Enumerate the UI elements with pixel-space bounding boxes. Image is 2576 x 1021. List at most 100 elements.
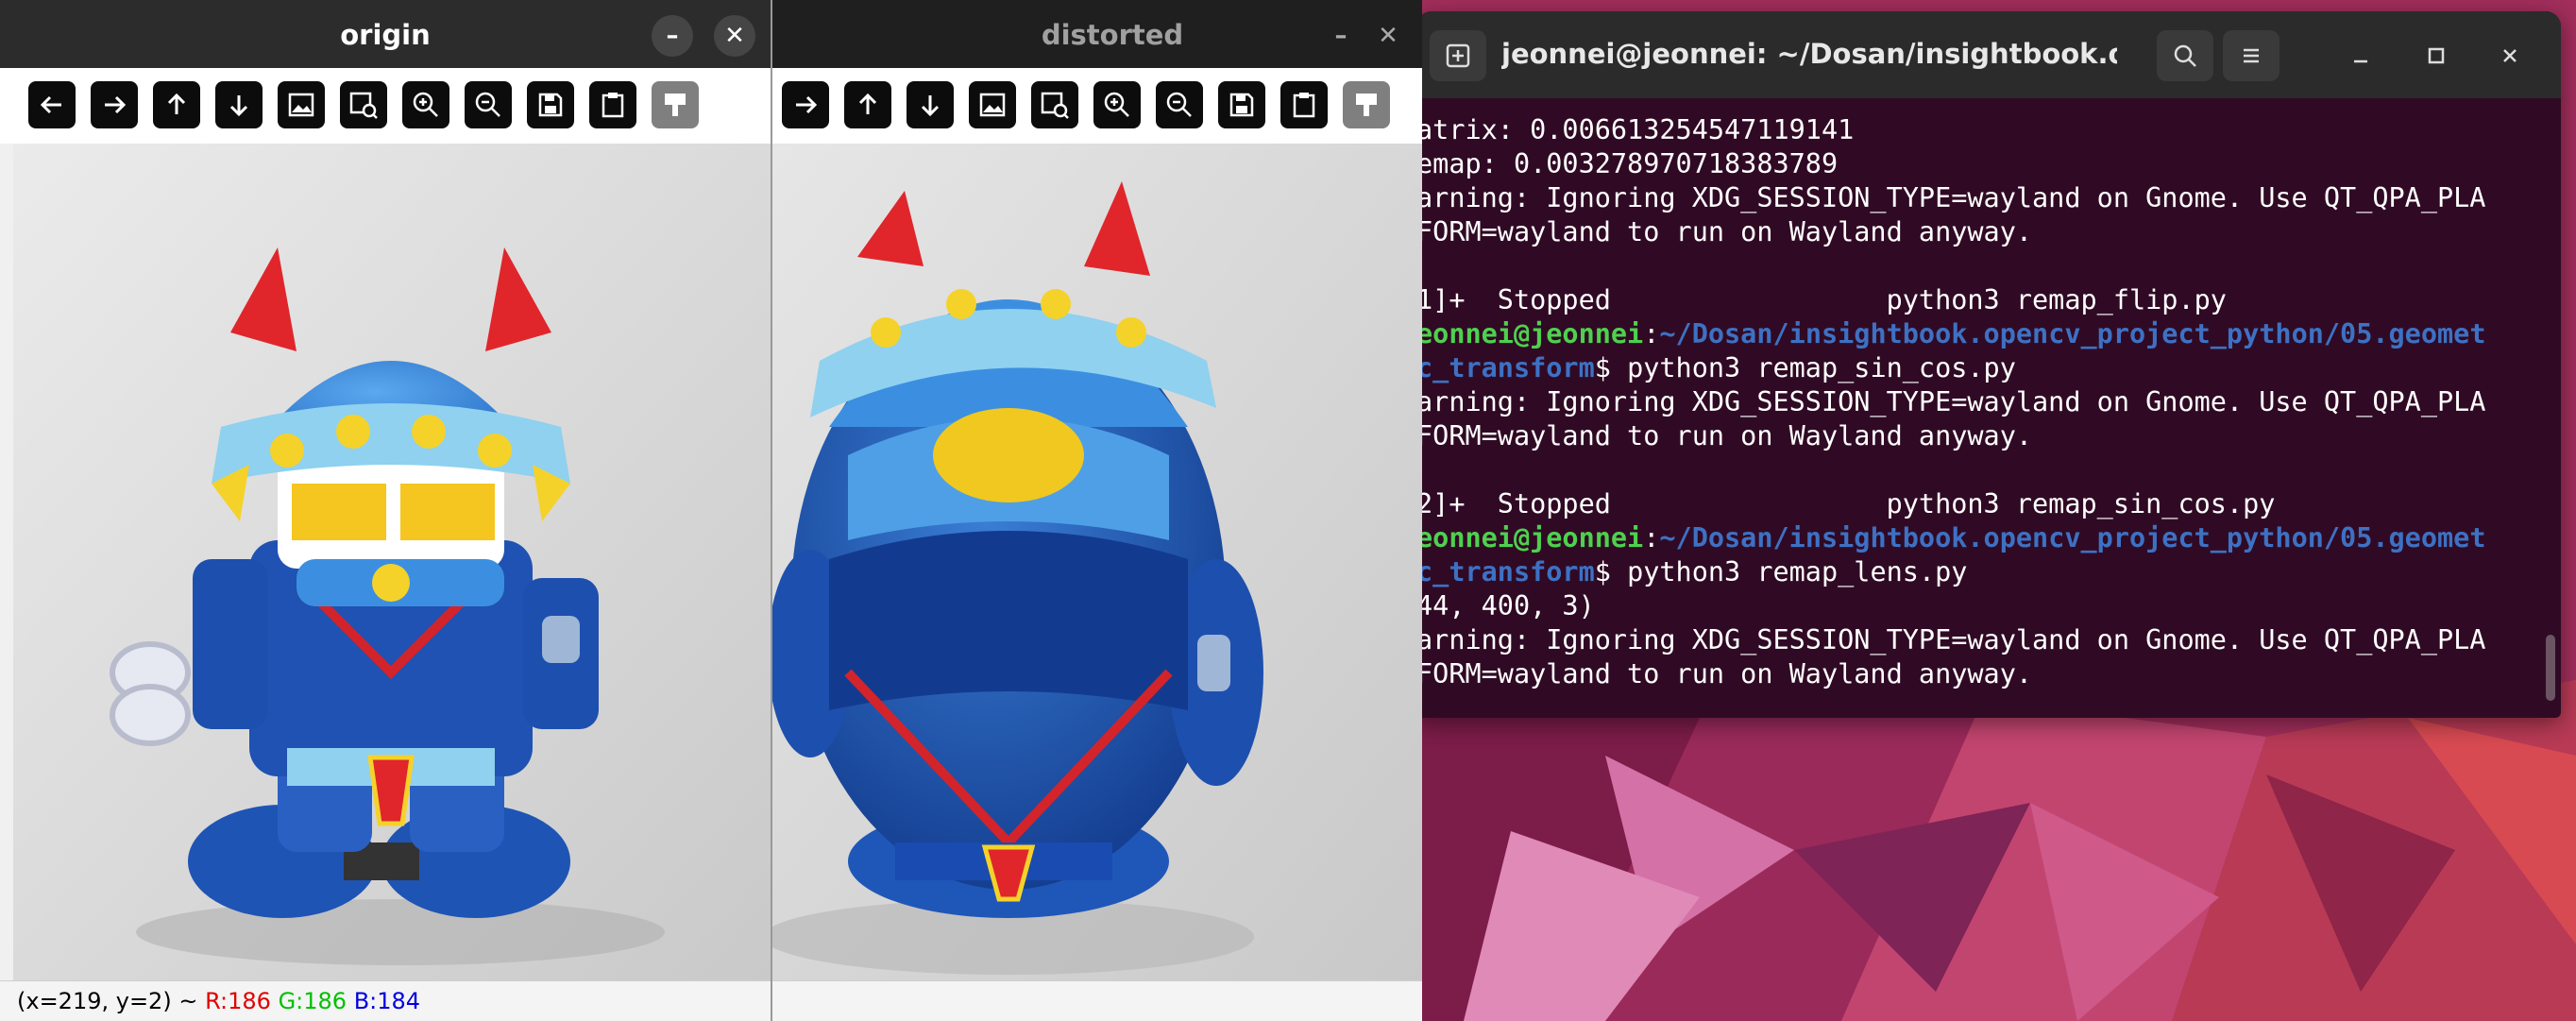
prompt-path: c_transform: [1416, 352, 1595, 383]
maximize-button[interactable]: [2408, 30, 2465, 81]
prompt-user: eonnei@jeonnei: [1416, 318, 1644, 349]
terminal-line: 2]+ Stopped python3 remap_sin_cos.py: [1416, 488, 2276, 519]
properties-icon: [1356, 94, 1377, 116]
arrow-up-button[interactable]: [153, 81, 200, 128]
image-button[interactable]: [969, 81, 1016, 128]
terminal-titlebar[interactable]: jeonnei@jeonnei: ~/Dosan/insightbook.ope…: [1416, 11, 2561, 98]
origin-statusbar: (x=219, y=2) ~ R:186 G:186 B:184: [0, 980, 771, 1021]
close-icon: [2503, 49, 2517, 62]
image-icon: [288, 93, 314, 117]
arrow-up-icon: [858, 93, 877, 114]
close-button[interactable]: [2482, 30, 2538, 81]
distorted-close-button[interactable]: ✕: [1367, 15, 1409, 57]
origin-window[interactable]: origin – ✕ (x=219, y=2) ~ R:186 G:186 B:…: [0, 0, 772, 1021]
distorted-window[interactable]: distorted – ✕: [755, 0, 1422, 1021]
arrow-left-button[interactable]: [28, 81, 76, 128]
cursor-coords: (x=219, y=2) ~: [17, 988, 198, 1014]
prompt-path: c_transform: [1416, 556, 1595, 587]
save-icon: [1229, 93, 1254, 117]
terminal-line: eonnei@jeonnei:~/Dosan/insightbook.openc…: [1416, 522, 2486, 553]
properties-button[interactable]: [652, 81, 699, 128]
clipboard-icon: [602, 93, 624, 118]
terminal-output[interactable]: atrix: 0.006613254547119141 emap: 0.00327…: [1416, 98, 2542, 718]
close-icon: ✕: [1378, 22, 1398, 50]
origin-minimize-button[interactable]: –: [652, 15, 693, 57]
arrow-right-button[interactable]: [91, 81, 138, 128]
zoom-out-button[interactable]: [1156, 81, 1203, 128]
close-icon: ✕: [724, 22, 745, 50]
image-search-icon: [1041, 92, 1069, 119]
terminal-line: 44, 400, 3): [1416, 590, 1595, 621]
clipboard-button[interactable]: [589, 81, 636, 128]
arrow-up-button[interactable]: [844, 81, 891, 128]
image-search-icon: [349, 92, 378, 119]
terminal-scrollbar[interactable]: [2546, 635, 2555, 701]
zoom-out-icon: [475, 92, 500, 117]
origin-robot-image: [13, 144, 771, 980]
terminal-line: emap: 0.003278970718383789: [1416, 148, 1839, 179]
command-text: $ python3 remap_sin_cos.py: [1594, 352, 2016, 383]
image-search-button[interactable]: [1031, 81, 1078, 128]
origin-toolbar: [0, 68, 771, 144]
arrow-up-icon: [167, 93, 186, 114]
zoom-in-icon: [413, 92, 438, 117]
clipboard-button[interactable]: [1280, 81, 1328, 128]
terminal-line: c_transform$ python3 remap_sin_cos.py: [1416, 351, 2542, 385]
save-icon: [538, 93, 563, 117]
terminal-line: FORM=wayland to run on Wayland anyway.: [1416, 216, 2033, 247]
terminal-line: arning: Ignoring XDG_SESSION_TYPE=waylan…: [1416, 386, 2486, 417]
arrow-down-button[interactable]: [215, 81, 263, 128]
save-button[interactable]: [527, 81, 574, 128]
zoom-out-button[interactable]: [465, 81, 512, 128]
zoom-in-button[interactable]: [402, 81, 449, 128]
maximize-icon: [2428, 47, 2445, 64]
pixel-green-value: G:186: [278, 988, 347, 1014]
arrow-down-icon: [921, 95, 940, 117]
distorted-robot-image: [772, 144, 1422, 980]
zoom-in-button[interactable]: [1093, 81, 1141, 128]
command-text: $ python3 remap_lens.py: [1594, 556, 1968, 587]
new-tab-button[interactable]: [1430, 30, 1486, 81]
arrow-down-button[interactable]: [907, 81, 954, 128]
distorted-image[interactable]: [772, 144, 1422, 980]
arrow-right-icon: [105, 95, 127, 114]
terminal-line: arning: Ignoring XDG_SESSION_TYPE=waylan…: [1416, 624, 2486, 655]
image-icon: [979, 93, 1006, 117]
image-button[interactable]: [278, 81, 325, 128]
terminal-line: FORM=wayland to run on Wayland anyway.: [1416, 420, 2033, 451]
prompt-path: ~/Dosan/insightbook.opencv_project_pytho…: [1659, 318, 2486, 349]
pixel-red-value: R:186: [205, 988, 271, 1014]
search-button[interactable]: [2157, 30, 2213, 81]
minimize-icon: –: [1334, 22, 1347, 50]
hamburger-menu-icon: [2244, 48, 2259, 63]
image-search-button[interactable]: [340, 81, 387, 128]
origin-image[interactable]: [13, 144, 771, 980]
save-button[interactable]: [1218, 81, 1265, 128]
pixel-blue-value: B:184: [353, 988, 421, 1014]
properties-icon: [665, 94, 686, 116]
properties-button[interactable]: [1343, 81, 1390, 128]
distorted-titlebar[interactable]: distorted – ✕: [755, 0, 1422, 68]
prompt-path: ~/Dosan/insightbook.opencv_project_pytho…: [1659, 522, 2486, 553]
menu-button[interactable]: [2223, 30, 2279, 81]
terminal-title: jeonnei@jeonnei: ~/Dosan/insightbook.ope…: [1501, 38, 2117, 70]
arrow-left-icon: [40, 95, 61, 114]
arrow-right-button[interactable]: [782, 81, 829, 128]
distorted-statusbar: [755, 980, 1422, 1021]
origin-close-button[interactable]: ✕: [714, 15, 755, 57]
terminal-line: 1]+ Stopped python3 remap_flip.py: [1416, 284, 2227, 315]
zoom-out-icon: [1166, 92, 1192, 117]
zoom-in-icon: [1104, 92, 1129, 117]
origin-titlebar[interactable]: origin – ✕: [0, 0, 771, 68]
distorted-minimize-button[interactable]: –: [1320, 15, 1362, 57]
minimize-icon: –: [666, 22, 679, 50]
minimize-button[interactable]: [2332, 30, 2389, 81]
terminal-line: atrix: 0.006613254547119141: [1416, 114, 1855, 145]
prompt-user: eonnei@jeonnei: [1416, 522, 1644, 553]
clipboard-icon: [1293, 93, 1315, 118]
arrow-down-icon: [229, 95, 248, 117]
new-tab-icon: [1446, 43, 1470, 68]
terminal-window[interactable]: jeonnei@jeonnei: ~/Dosan/insightbook.ope…: [1416, 11, 2561, 718]
